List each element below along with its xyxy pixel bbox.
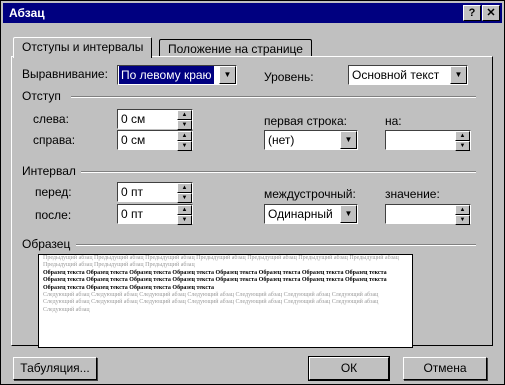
- spin-up-icon[interactable]: ▲: [177, 205, 192, 215]
- level-select[interactable]: Основной текст ▼: [348, 65, 468, 85]
- spin-down-icon[interactable]: ▼: [455, 141, 470, 151]
- indent-left-label: слева:: [33, 112, 69, 126]
- ok-button[interactable]: ОК: [308, 356, 390, 381]
- chevron-down-icon[interactable]: ▼: [340, 131, 357, 149]
- spacing-after-spinner[interactable]: ▲ ▼: [177, 205, 192, 225]
- at-spinner[interactable]: ▲ ▼: [455, 205, 470, 225]
- spin-down-icon[interactable]: ▼: [177, 120, 192, 130]
- chevron-down-icon[interactable]: ▼: [219, 66, 236, 84]
- spin-up-icon[interactable]: ▲: [177, 131, 192, 141]
- at-input[interactable]: ▲ ▼: [385, 204, 471, 225]
- spacing-before-label: перед:: [35, 185, 72, 199]
- spin-down-icon[interactable]: ▼: [177, 141, 192, 151]
- at-label: значение:: [385, 187, 440, 201]
- by-label: на:: [385, 114, 402, 128]
- line-spacing-label: междустрочный:: [264, 187, 356, 201]
- preview-previous-paragraph: Предыдущий абзац Предыдущий абзац Предыд…: [43, 255, 399, 269]
- level-label: Уровень:: [264, 70, 314, 84]
- first-line-value: (нет): [268, 133, 295, 147]
- indent-right-label: справа:: [33, 133, 76, 147]
- spacing-after-value: 0 пт: [121, 207, 144, 221]
- indent-left-input[interactable]: 0 см ▲ ▼: [117, 109, 193, 130]
- spin-up-icon[interactable]: ▲: [177, 183, 192, 193]
- sample-preview: Предыдущий абзац Предыдущий абзац Предыд…: [38, 254, 413, 348]
- alignment-value: По левому краю: [119, 66, 214, 84]
- spin-up-icon[interactable]: ▲: [177, 110, 192, 120]
- paragraph-dialog: Абзац ? ✕ Отступы и интервалы Положение …: [0, 0, 505, 385]
- first-line-select[interactable]: (нет) ▼: [264, 130, 358, 150]
- line-spacing-value: Одинарный: [268, 207, 333, 221]
- chevron-down-icon[interactable]: ▼: [450, 66, 467, 84]
- by-input[interactable]: ▲ ▼: [385, 130, 471, 151]
- tab-line-page-breaks[interactable]: Положение на странице: [159, 39, 312, 57]
- preview-current-paragraph: Образец текста Образец текста Образец те…: [43, 269, 387, 291]
- spacing-before-spinner[interactable]: ▲ ▼: [177, 183, 192, 203]
- spacing-group-divider: [81, 171, 476, 173]
- indent-group-divider: [71, 96, 476, 98]
- spacing-after-label: после:: [35, 208, 72, 222]
- indent-right-input[interactable]: 0 см ▲ ▼: [117, 130, 193, 151]
- title-bar[interactable]: Абзац ? ✕: [3, 3, 502, 23]
- tab-label: Положение на странице: [168, 42, 303, 56]
- indent-group-label: Отступ: [22, 89, 61, 103]
- close-button[interactable]: ✕: [482, 5, 500, 21]
- level-value: Основной текст: [352, 68, 440, 82]
- indent-right-value: 0 см: [121, 133, 146, 147]
- tabs-button[interactable]: Табуляция...: [13, 357, 97, 380]
- spin-down-icon[interactable]: ▼: [177, 215, 192, 225]
- tab-indents-spacing[interactable]: Отступы и интервалы: [13, 37, 153, 58]
- sample-group-label: Образец: [22, 237, 71, 251]
- spin-down-icon[interactable]: ▼: [455, 215, 470, 225]
- by-spinner[interactable]: ▲ ▼: [455, 131, 470, 151]
- chevron-down-icon[interactable]: ▼: [340, 205, 357, 223]
- indent-right-spinner[interactable]: ▲ ▼: [177, 131, 192, 151]
- spin-up-icon[interactable]: ▲: [455, 205, 470, 215]
- alignment-label: Выравнивание:: [22, 67, 108, 81]
- spacing-group-label: Интервал: [22, 164, 76, 178]
- help-button[interactable]: ?: [463, 5, 481, 21]
- indent-left-spinner[interactable]: ▲ ▼: [177, 110, 192, 130]
- cancel-button[interactable]: Отмена: [403, 357, 487, 380]
- indent-left-value: 0 см: [121, 112, 146, 126]
- spacing-after-input[interactable]: 0 пт ▲ ▼: [117, 204, 193, 225]
- alignment-select[interactable]: По левому краю ▼: [117, 65, 237, 85]
- line-spacing-select[interactable]: Одинарный ▼: [264, 204, 358, 224]
- dialog-title: Абзац: [9, 6, 45, 20]
- sample-group-divider: [76, 244, 476, 246]
- spin-up-icon[interactable]: ▲: [455, 131, 470, 141]
- spacing-before-value: 0 пт: [121, 185, 144, 199]
- close-icon: ✕: [486, 7, 496, 19]
- spacing-before-input[interactable]: 0 пт ▲ ▼: [117, 182, 193, 203]
- spin-down-icon[interactable]: ▼: [177, 193, 192, 203]
- preview-next-paragraph: Следующий абзац Следующий абзац Следующи…: [43, 292, 379, 313]
- first-line-label: первая строка:: [264, 114, 347, 128]
- tab-label: Отступы и интервалы: [22, 40, 144, 54]
